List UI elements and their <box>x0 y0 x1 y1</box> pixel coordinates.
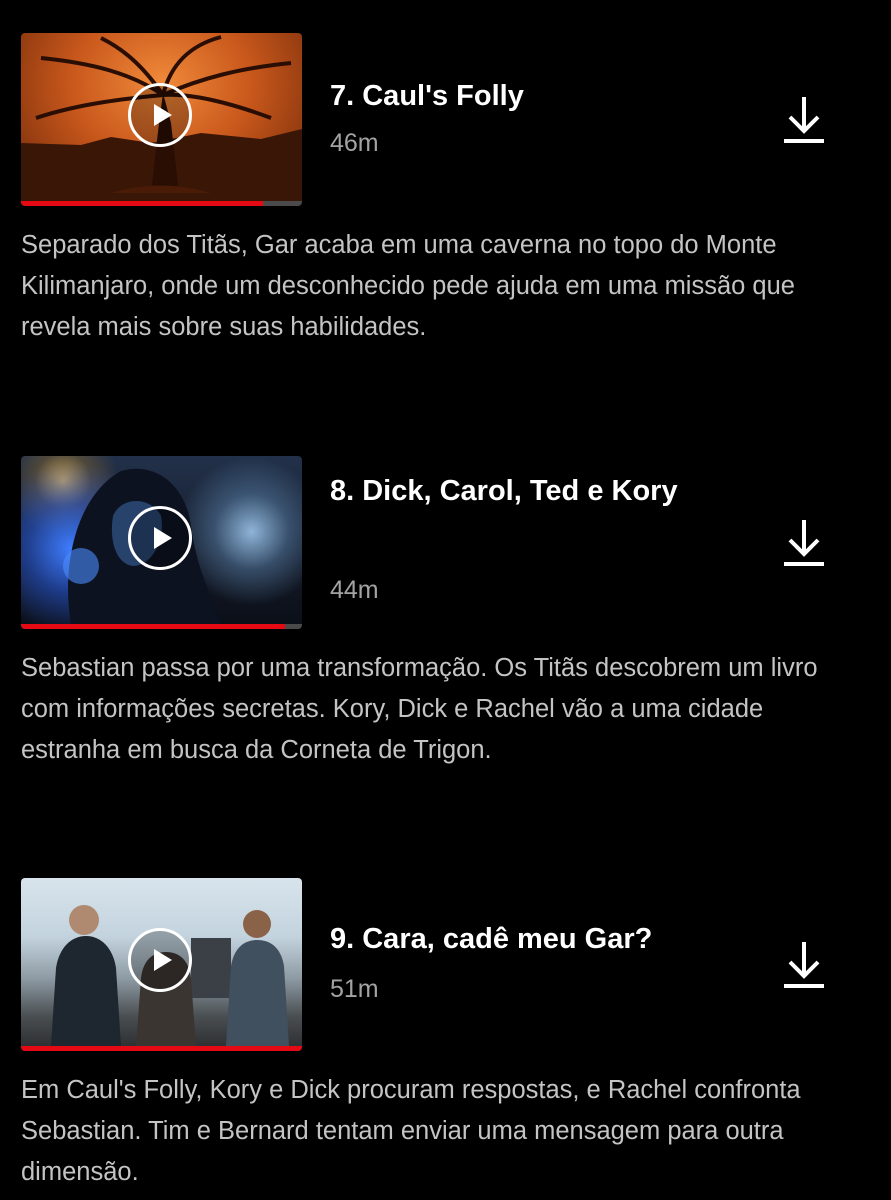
episode-thumbnail[interactable] <box>21 878 302 1051</box>
progress-bar-fill <box>21 201 263 206</box>
play-icon <box>154 949 172 971</box>
play-icon <box>154 104 172 126</box>
progress-bar-fill <box>21 624 286 629</box>
download-button[interactable] <box>778 91 830 147</box>
episode-title[interactable]: 8. Dick, Carol, Ted e Kory <box>330 466 690 516</box>
progress-bar-fill <box>21 1046 302 1051</box>
progress-bar <box>21 1046 302 1051</box>
download-icon <box>784 97 824 143</box>
download-button[interactable] <box>778 936 830 992</box>
episode-thumbnail[interactable] <box>21 456 302 629</box>
progress-bar <box>21 624 302 629</box>
download-button[interactable] <box>778 514 830 570</box>
episode-title[interactable]: 7. Caul's Folly <box>330 71 690 121</box>
download-icon <box>784 942 824 988</box>
play-icon <box>154 527 172 549</box>
episode-synopsis: Sebastian passa por uma transformação. O… <box>21 654 818 764</box>
episode-title[interactable]: 9. Cara, cadê meu Gar? <box>330 914 690 964</box>
episode-thumbnail[interactable] <box>21 33 302 206</box>
play-button[interactable] <box>128 928 192 992</box>
episode-duration: 44m <box>330 576 379 604</box>
progress-bar <box>21 201 302 206</box>
play-button[interactable] <box>128 83 192 147</box>
episode-synopsis: Separado dos Titãs, Gar acaba em uma cav… <box>21 231 795 341</box>
episode-duration: 51m <box>330 975 379 1003</box>
episode-synopsis: Em Caul's Folly, Kory e Dick procuram re… <box>21 1076 801 1186</box>
play-button[interactable] <box>128 506 192 570</box>
download-icon <box>784 520 824 566</box>
episode-duration: 46m <box>330 129 379 157</box>
